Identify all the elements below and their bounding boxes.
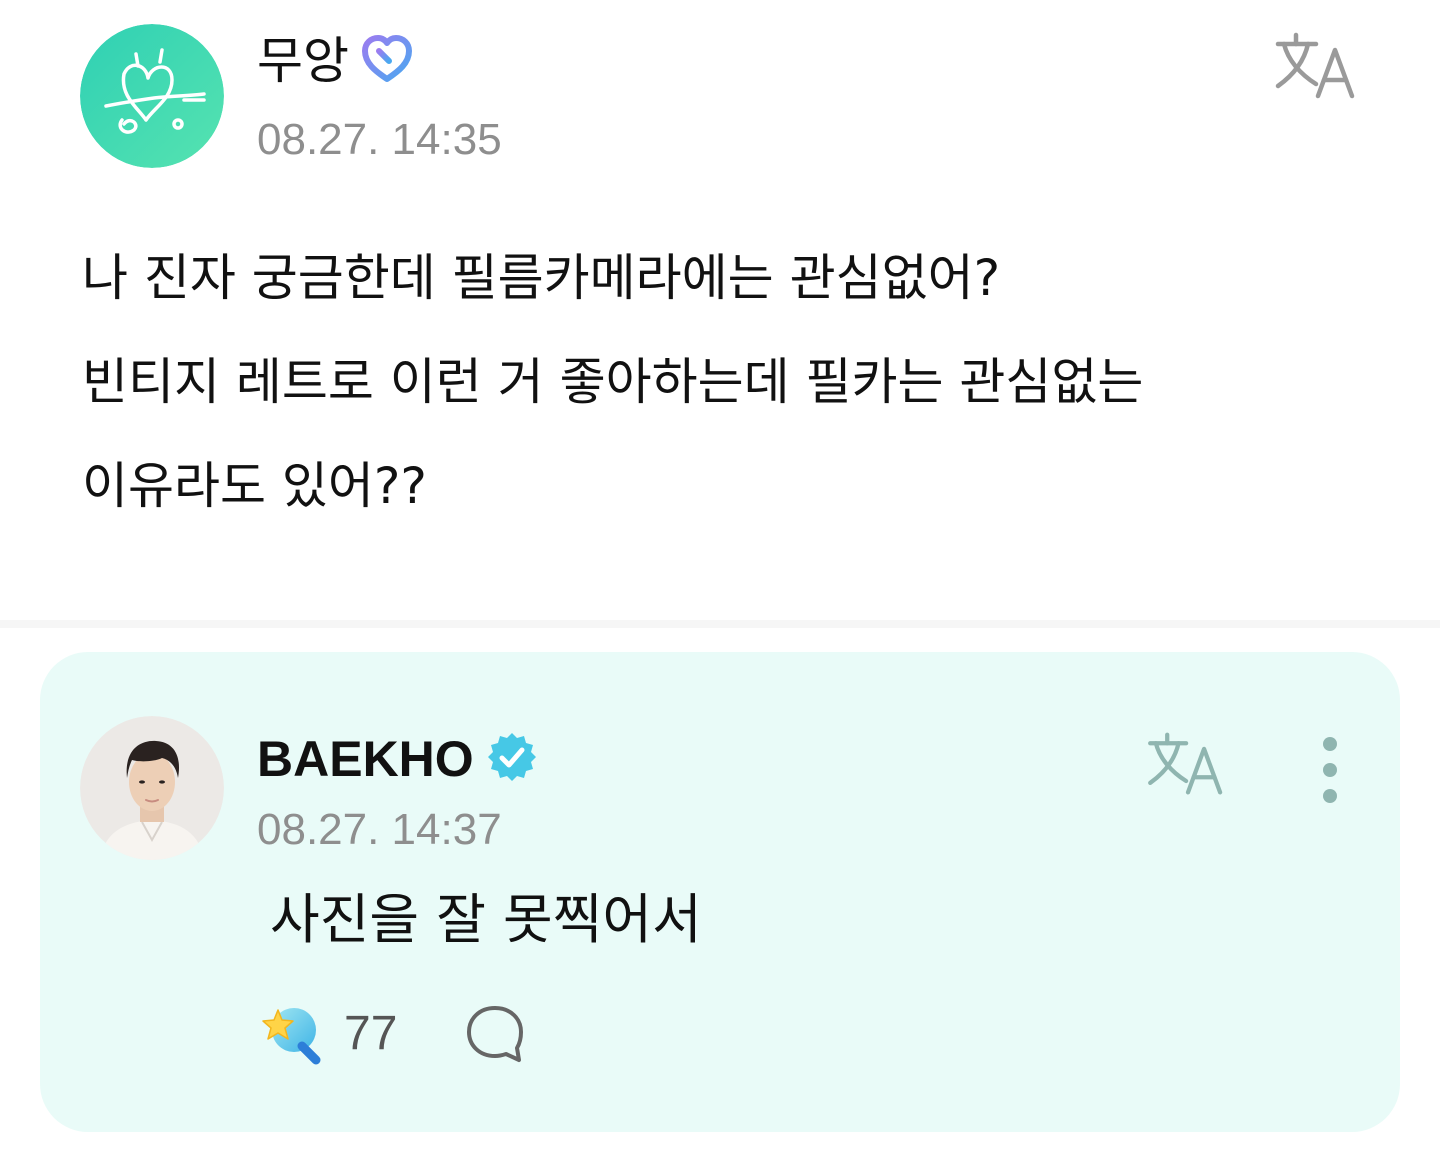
more-options-button[interactable] <box>1312 734 1348 806</box>
artist-author-row: BAEKHO <box>257 728 538 790</box>
reply-translate-button[interactable] <box>1146 730 1230 802</box>
translate-button[interactable] <box>1274 30 1362 106</box>
translate-icon <box>1148 732 1223 795</box>
reaction-bar: 77 <box>258 1002 527 1066</box>
comment-button[interactable] <box>463 1002 527 1066</box>
fan-avatar[interactable] <box>80 24 224 168</box>
more-vertical-icon <box>1323 737 1337 803</box>
artist-avatar[interactable] <box>80 716 224 860</box>
fan-author-row: 무앙 <box>257 30 415 92</box>
translate-icon <box>1275 32 1355 99</box>
fan-post-timestamp: 08.27. 14:35 <box>257 115 502 164</box>
comment-bubble-icon <box>467 1006 524 1062</box>
verified-check-icon <box>486 731 538 787</box>
section-divider <box>0 620 1440 628</box>
artist-reply-body: 사진을 잘 못찍어서 <box>270 888 702 951</box>
fan-post-body: 나 진자 궁금한데 필름카메라에는 관심없어? 빈티지 레트로 이런 거 좋아하… <box>82 249 1144 515</box>
lightstick-like-icon <box>262 1008 321 1065</box>
like-button[interactable]: 77 <box>258 1002 397 1066</box>
like-count: 77 <box>344 1007 398 1060</box>
artist-reply-card: BAEKHO 08.27. 14:37 사진을 잘 못찍어서 77 <box>40 652 1400 1132</box>
membership-heart-icon <box>359 33 415 89</box>
artist-author-name[interactable]: BAEKHO <box>257 728 474 790</box>
fan-avatar-image <box>80 24 224 168</box>
artist-reply-timestamp: 08.27. 14:37 <box>257 805 502 854</box>
fan-post: 무앙 08.27. 14:35 나 진자 궁금한데 필름카메라에는 관심없어? … <box>0 0 1440 620</box>
fan-author-name[interactable]: 무앙 <box>257 30 349 92</box>
page: 무앙 08.27. 14:35 나 진자 궁금한데 필름카메라에는 관심없어? … <box>0 0 1440 1150</box>
artist-avatar-image <box>80 716 224 860</box>
